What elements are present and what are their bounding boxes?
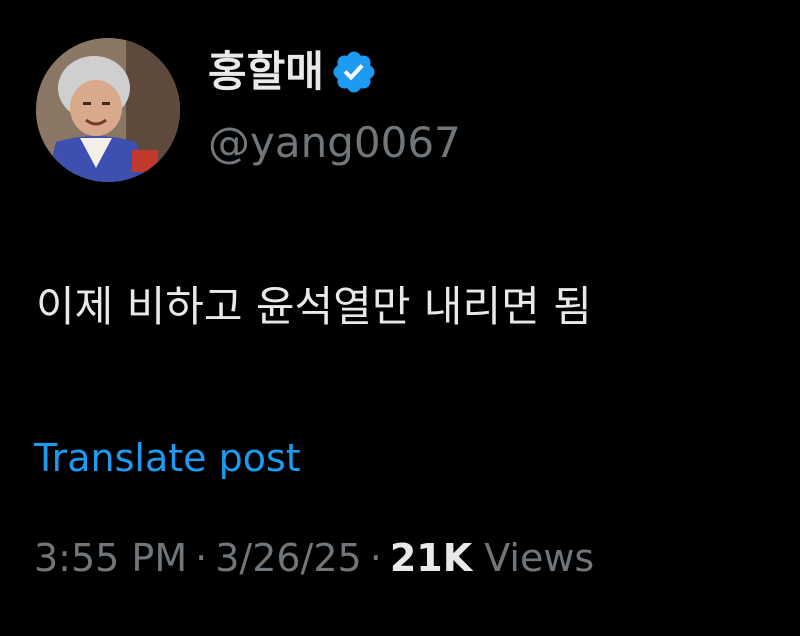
meta-separator: · bbox=[369, 536, 382, 580]
author-name-row: 홍할매 bbox=[208, 48, 378, 96]
views-count[interactable]: 21K bbox=[390, 536, 472, 580]
views-label: Views bbox=[484, 536, 595, 580]
meta-separator: · bbox=[195, 536, 208, 580]
author-handle[interactable]: @yang0067 bbox=[208, 118, 461, 168]
translate-post-link[interactable]: Translate post bbox=[34, 436, 301, 482]
post-time[interactable]: 3:55 PM bbox=[34, 536, 187, 580]
avatar-photo bbox=[36, 38, 180, 182]
post-text: 이제 비하고 윤석열만 내리면 됨 bbox=[36, 282, 592, 331]
verified-badge-icon bbox=[333, 51, 375, 93]
author-avatar[interactable] bbox=[36, 38, 180, 182]
post-meta: 3:55 PM · 3/26/25 · 21K Views bbox=[34, 536, 594, 582]
author-display-name[interactable]: 홍할매 bbox=[208, 51, 324, 93]
post-date[interactable]: 3/26/25 bbox=[215, 536, 362, 580]
